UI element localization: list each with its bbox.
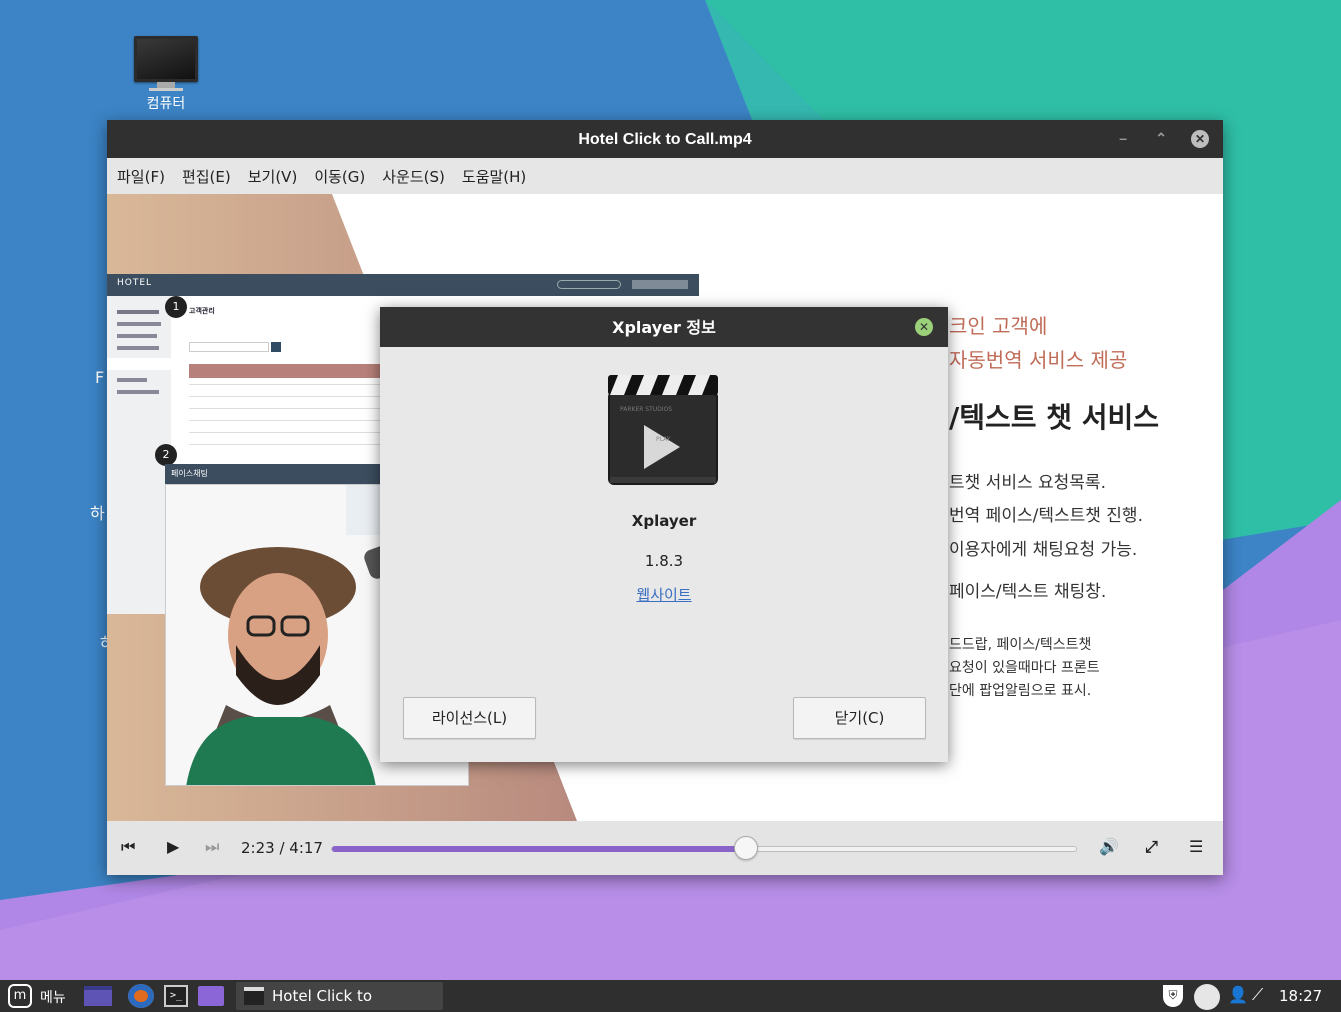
step-badge-2: 2 xyxy=(155,444,177,466)
slide-note: 요청이 있을때마다 프론트 xyxy=(949,660,1100,676)
slide-bullet: 이용자에게 채팅요청 가능. xyxy=(949,540,1138,560)
slide-bullet: 페이스/텍스트 채팅창. xyxy=(949,582,1107,602)
close-dialog-button[interactable]: 닫기(C) xyxy=(793,697,926,739)
seek-bar-progress xyxy=(332,846,747,852)
hamburger-menu-icon[interactable]: ☰ xyxy=(1189,837,1203,856)
app-version: 1.8.3 xyxy=(644,552,684,570)
xplayer-logo-icon: PARKER STUDIOS PLAY xyxy=(608,375,718,485)
desktop-icon-label-partial[interactable]: 하 xyxy=(90,500,105,524)
seek-handle[interactable] xyxy=(733,836,758,860)
user-icon[interactable]: 👤 xyxy=(1228,985,1248,1004)
time-display: 2:23 / 4:17 xyxy=(241,839,323,857)
menu-bar: 파일(F) 편집(E) 보기(V) 이동(G) 사운드(S) 도움말(H) xyxy=(107,158,1223,194)
network-icon[interactable]: ⟋ xyxy=(1252,985,1263,1005)
about-dialog: Xplayer 정보 ✕ PARKER STUDIOS PLAY Xplayer… xyxy=(380,307,948,762)
slide-heading-line1: 크인 고객에 xyxy=(949,314,1048,338)
next-icon[interactable]: ⏭ xyxy=(205,837,219,857)
show-desktop-icon[interactable] xyxy=(84,986,112,1006)
menu-help[interactable]: 도움말(H) xyxy=(460,166,535,187)
playback-controls: ⏮ ▶ ⏭ 2:23 / 4:17 🔊 ⤢ ☰ xyxy=(107,821,1223,875)
menu-sound[interactable]: 사운드(S) xyxy=(380,166,454,187)
mock-brand: HOTEL xyxy=(117,278,153,288)
volume-icon[interactable]: 🔊 xyxy=(1099,837,1119,856)
about-dialog-titlebar[interactable]: Xplayer 정보 ✕ xyxy=(380,307,948,347)
mint-menu-icon[interactable]: m xyxy=(8,984,32,1008)
logo-play-text: PLAY xyxy=(656,436,671,443)
app-name: Xplayer xyxy=(631,512,697,530)
seek-bar[interactable] xyxy=(331,846,1077,852)
desktop-icon-label-partial[interactable]: F xyxy=(95,368,104,387)
shield-icon[interactable]: ⛨ xyxy=(1163,985,1183,1007)
maximize-button[interactable]: ⌃ xyxy=(1155,130,1167,146)
previous-icon[interactable]: ⏮ xyxy=(121,837,135,857)
computer-desktop-icon[interactable]: 컴퓨터 xyxy=(120,36,212,113)
mock-page-title: 고객관리 xyxy=(189,307,215,315)
menu-file[interactable]: 파일(F) xyxy=(115,166,174,187)
menu-go[interactable]: 이동(G) xyxy=(312,166,374,187)
step-badge-1: 1 xyxy=(165,296,187,318)
computer-icon-label: 컴퓨터 xyxy=(146,96,186,112)
fullscreen-icon[interactable]: ⤢ xyxy=(1145,837,1158,857)
slide-bullet: 번역 페이스/텍스트챗 진행. xyxy=(949,506,1143,526)
slide-note: 단에 팝업알림으로 표시. xyxy=(949,683,1092,699)
window-titlebar[interactable]: Hotel Click to Call.mp4 – ⌃ ✕ xyxy=(107,120,1223,158)
menu-view[interactable]: 보기(V) xyxy=(246,166,307,187)
about-dialog-title: Xplayer 정보 xyxy=(612,318,716,337)
menu-edit[interactable]: 편집(E) xyxy=(180,166,240,187)
logo-studio-text: PARKER STUDIOS xyxy=(620,406,672,413)
taskbar-window-item[interactable]: Hotel Click to Call.mp4 xyxy=(236,982,443,1010)
website-link[interactable]: 웹사이트 xyxy=(380,584,948,605)
slide-note: 드드랍, 페이스/텍스트챗 xyxy=(949,637,1092,653)
slide-main-heading: /텍스트 챗 서비스 xyxy=(949,401,1160,434)
firefox-icon[interactable] xyxy=(128,984,154,1008)
terminal-icon[interactable]: >_ xyxy=(164,985,188,1007)
status-circle-icon[interactable] xyxy=(1194,984,1220,1010)
minimize-button[interactable]: – xyxy=(1119,130,1127,146)
slide-heading-line2: 자동번역 서비스 제공 xyxy=(949,348,1128,372)
window-title: Hotel Click to Call.mp4 xyxy=(578,131,752,148)
play-icon[interactable]: ▶ xyxy=(167,837,179,856)
close-button[interactable]: ✕ xyxy=(1191,130,1209,148)
xplayer-task-icon xyxy=(244,987,264,1005)
taskbar-window-title: Hotel Click to Call.mp4 xyxy=(272,987,373,1005)
license-button[interactable]: 라이선스(L) xyxy=(403,697,536,739)
monitor-icon xyxy=(134,36,198,82)
taskbar: m 메뉴 >_ Hotel Click to Call.mp4 ⛨ 👤 ⟋ 18… xyxy=(0,980,1341,1012)
clock[interactable]: 18:27 xyxy=(1279,987,1322,1005)
files-icon[interactable] xyxy=(198,986,224,1006)
about-close-icon[interactable]: ✕ xyxy=(915,318,933,336)
menu-label[interactable]: 메뉴 xyxy=(40,987,66,1007)
mock-app-header: HOTEL xyxy=(107,274,699,296)
face-chat-label: 페이스채팅 xyxy=(171,469,208,478)
slide-bullet: 트챗 서비스 요청목록. xyxy=(949,473,1106,493)
